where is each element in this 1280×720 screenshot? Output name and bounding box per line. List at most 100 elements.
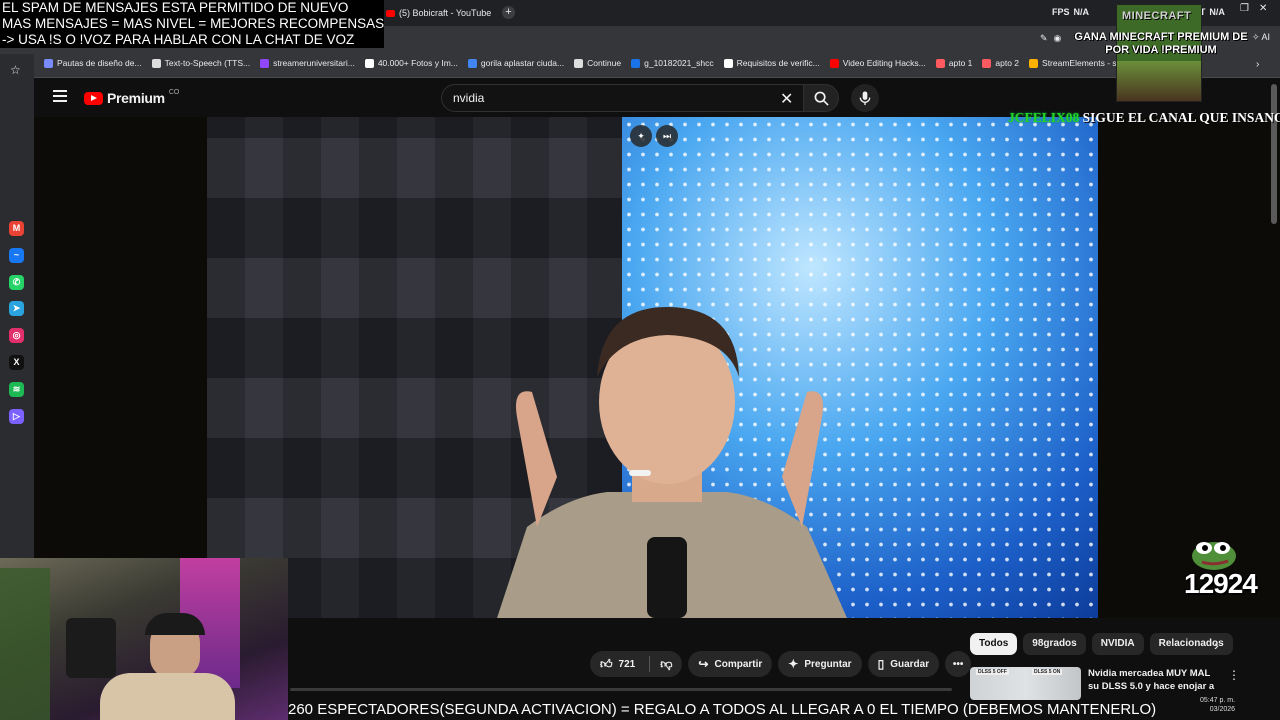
more-icon: ••• — [952, 658, 964, 670]
share-icon: ↪ — [698, 657, 709, 671]
bookmark-favicon-icon — [1029, 58, 1039, 68]
video-actions: 👍︎ 721 👎︎ ↪ Compartir ✦ Preguntar ▯ Guardar •… — [590, 651, 972, 677]
search-input[interactable]: nvidia — [441, 84, 803, 112]
like-button[interactable]: 👍︎ 721 👎︎ — [590, 651, 683, 677]
clock-date: 03/2026 — [1209, 706, 1236, 713]
bookmarks-more-icon[interactable]: › — [1256, 59, 1259, 70]
video-player[interactable] — [207, 117, 1098, 618]
bookmark-list: Pautas de diseño de... Text-to-Speech (TT… — [44, 58, 1170, 68]
more-actions-button[interactable]: ••• — [945, 651, 972, 677]
thumbs-down-icon[interactable]: 👎︎ — [660, 657, 672, 672]
bookmark-label: g_10182021_shcc — [644, 58, 714, 68]
bookmark-item[interactable]: apto 1 — [935, 58, 973, 68]
address-bar-actions: ✎ ◉ — [1040, 33, 1061, 44]
presenter-figure — [497, 307, 847, 618]
bookmark-icon: ▯ — [877, 657, 885, 671]
gmail-icon[interactable]: M — [9, 221, 24, 236]
fps-value: N/A — [1073, 7, 1090, 17]
telegram-icon[interactable]: ➤ — [9, 301, 24, 317]
star-icon[interactable]: ☆ — [10, 63, 21, 77]
bookmark-item[interactable]: Video Editing Hacks... — [829, 58, 926, 68]
edit-icon[interactable]: ✎ — [1040, 33, 1048, 44]
new-tab-button[interactable]: + — [502, 6, 515, 19]
bookmark-item[interactable]: apto 2 — [982, 58, 1019, 68]
search-button[interactable] — [803, 84, 839, 112]
youtube-logo[interactable]: Premium CO — [84, 88, 180, 106]
like-count: 721 — [618, 658, 636, 670]
rule-line: MAS MENSAJES = MAS NIVEL = MEJORES RECOM… — [2, 16, 384, 31]
chevron-right-icon[interactable]: › — [1214, 637, 1219, 653]
bookmark-item[interactable]: Text-to-Speech (TTS... — [151, 58, 250, 68]
filter-chip[interactable]: 98grados — [1023, 633, 1086, 655]
close-icon[interactable]: ✕ — [1259, 3, 1267, 14]
bookmark-item[interactable]: Pautas de diseño de... — [44, 58, 142, 68]
page-scrollbar[interactable] — [1271, 84, 1277, 224]
share-label: Compartir — [714, 658, 763, 670]
whatsapp-icon[interactable]: ✆ — [9, 274, 24, 290]
skip-icon[interactable]: ⏭ — [656, 125, 678, 147]
follow-message: SIGUE EL CANAL QUE INSANO — [1082, 110, 1280, 125]
camera-icon[interactable]: ◉ — [1054, 33, 1062, 44]
streamer-webcam — [0, 558, 288, 720]
bookmark-item[interactable]: Continue — [574, 58, 621, 68]
bookmark-item[interactable]: 40.000+ Fotos y Im... — [364, 58, 458, 68]
ai-button[interactable]: ✧ AI — [1252, 32, 1270, 43]
bookmark-favicon-icon — [982, 58, 992, 68]
kebab-menu-icon[interactable]: ⋮ — [1228, 668, 1240, 682]
filter-chip[interactable]: NVIDIA — [1091, 633, 1144, 655]
clear-search-icon[interactable]: ✕ — [780, 89, 793, 109]
filter-chip[interactable]: Todos — [970, 633, 1018, 655]
ask-label: Preguntar — [804, 658, 852, 670]
clock-time: 05:47 p. m. — [1200, 697, 1236, 704]
thumbs-up-icon: 👍︎ — [600, 656, 613, 671]
follow-alert: JCFELIX08 SIGUE EL CANAL QUE INSANO — [1008, 110, 1280, 126]
video-overlay-controls: ✦ ⏭ — [630, 125, 678, 147]
thumb-label-on: DLSS 5 ON — [1032, 669, 1063, 675]
voice-search-button[interactable] — [851, 84, 879, 112]
bookmark-label: apto 1 — [948, 58, 973, 68]
save-button[interactable]: ▯ Guardar — [867, 651, 940, 677]
minecraft-logo: MINECRAFT — [1122, 10, 1192, 22]
instagram-icon[interactable]: ◎ — [9, 328, 24, 344]
bookmark-label: gorila aplastar ciuda... — [480, 58, 565, 68]
bookmark-label: streameruniversitari... — [273, 58, 355, 68]
share-button[interactable]: ↪ Compartir — [688, 651, 773, 677]
sparkle-icon: ✦ — [788, 657, 799, 671]
bookmark-label: 40.000+ Fotos y Im... — [377, 58, 458, 68]
hamburger-menu-icon[interactable] — [53, 90, 67, 102]
bookmark-item[interactable]: gorila aplastar ciuda... — [467, 58, 565, 68]
bookmark-item[interactable]: Requisitos de verific... — [723, 58, 820, 68]
sparkle-icon[interactable]: ✦ — [630, 125, 652, 147]
player-icon[interactable]: ▷ — [9, 408, 24, 424]
minecraft-promo-text: GANA MINECRAFT PREMIUM DE POR VIDA !PREM… — [1074, 31, 1248, 56]
tab-title: (5) Bobicraft - YouTube — [399, 8, 492, 18]
rule-line: EL SPAM DE MENSAJES ESTA PERMITIDO DE NU… — [2, 0, 349, 15]
microphone-icon — [859, 90, 871, 105]
filter-chip[interactable]: Relacionados — [1149, 633, 1233, 655]
bookmark-label: Video Editing Hacks... — [842, 58, 926, 68]
bookmark-favicon-icon — [829, 58, 839, 68]
youtube-favicon-icon — [386, 9, 395, 17]
video-progress-bar[interactable] — [290, 688, 952, 691]
filter-chips: Todos 98grados NVIDIA Relacionados — [970, 633, 1233, 655]
ask-button[interactable]: ✦ Preguntar — [778, 651, 862, 677]
bookmark-item[interactable]: StreamElements - st... — [1029, 58, 1126, 68]
messenger-icon[interactable]: ~ — [9, 247, 24, 263]
bookmark-favicon-icon — [631, 58, 641, 68]
restore-icon[interactable]: ❐ — [1240, 3, 1249, 14]
bookmark-label: Pautas de diseño de... — [57, 58, 142, 68]
spotify-icon[interactable]: ≋ — [9, 381, 24, 397]
country-code: CO — [168, 88, 180, 96]
pepe-emote-icon — [1192, 542, 1236, 570]
bookmark-favicon-icon — [151, 58, 161, 68]
youtube-play-icon — [84, 91, 103, 105]
browser-tab[interactable]: (5) Bobicraft - YouTube — [384, 3, 496, 23]
logo-text: Premium — [107, 90, 165, 106]
thumb-label-off: DLSS 5 OFF — [976, 669, 1009, 675]
recommendation-thumbnail[interactable]: DLSS 5 OFF DLSS 5 ON — [970, 667, 1081, 700]
x-icon[interactable]: X — [9, 355, 24, 370]
bookmark-item[interactable]: streameruniversitari... — [260, 58, 355, 68]
window-controls: ❐ ✕ — [1240, 3, 1267, 14]
bookmark-item[interactable]: g_10182021_shcc — [631, 58, 714, 68]
bookmark-favicon-icon — [574, 58, 584, 68]
